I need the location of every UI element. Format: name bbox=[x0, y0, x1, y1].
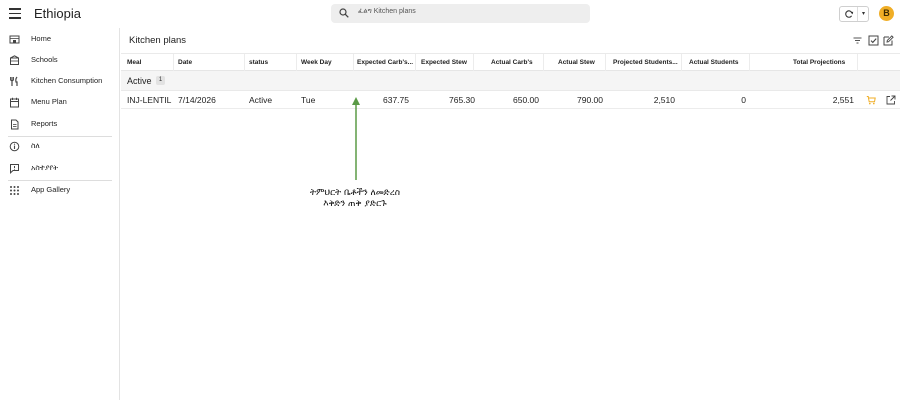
cell-status: Active bbox=[249, 95, 273, 105]
feedback-icon bbox=[10, 164, 19, 174]
search-box[interactable]: ፈልግ Kitchen plans bbox=[331, 4, 590, 23]
column-header-actual-carbs[interactable]: Actual Carb's bbox=[491, 59, 541, 66]
column-header-week-day[interactable]: Week Day bbox=[301, 59, 351, 66]
group-label: Active bbox=[127, 76, 152, 86]
filter-icon[interactable] bbox=[852, 35, 863, 46]
sync-button[interactable]: ▾ bbox=[839, 6, 869, 22]
search-icon bbox=[339, 8, 349, 18]
column-header-expected-carbs[interactable]: Expected Carb's... bbox=[357, 59, 413, 66]
sidebar-item-home[interactable]: Home bbox=[0, 30, 119, 48]
calendar-icon bbox=[10, 97, 19, 108]
sidebar-item-menu-plan[interactable]: Menu Plan bbox=[0, 93, 119, 111]
cell-expected-stew: 765.30 bbox=[449, 95, 475, 105]
sidebar-item-kitchen-consumption[interactable]: Kitchen Consumption bbox=[0, 72, 119, 90]
sidebar-item-app-gallery[interactable]: App Gallery bbox=[0, 181, 119, 199]
sidebar-item-label: Kitchen Consumption bbox=[31, 76, 103, 85]
column-header-total-projections[interactable]: Total Projections bbox=[793, 59, 863, 66]
sidebar-item-label: Menu Plan bbox=[31, 97, 67, 106]
annotation-arrow bbox=[352, 97, 360, 180]
home-icon bbox=[9, 35, 20, 44]
column-header-expected-stew[interactable]: Expected Stew bbox=[421, 59, 481, 66]
column-divider bbox=[415, 54, 416, 71]
column-divider bbox=[173, 54, 174, 71]
cell-actual-stew: 790.00 bbox=[577, 95, 603, 105]
column-divider bbox=[296, 54, 297, 71]
sidebar-item-label: App Gallery bbox=[31, 185, 71, 194]
column-divider bbox=[473, 54, 474, 71]
sidebar-item-feedback[interactable]: አስተያየት bbox=[0, 159, 119, 177]
utensils-icon bbox=[10, 76, 18, 86]
cart-icon[interactable] bbox=[866, 95, 876, 105]
annotation-line-1: ትምህርት ቤቶችን ለመድረስ bbox=[309, 188, 401, 198]
column-header-actual-students[interactable]: Actual Students bbox=[689, 59, 749, 66]
info-icon bbox=[9, 141, 20, 152]
main-panel: Kitchen plans Meal Date status Week Day … bbox=[121, 28, 900, 400]
column-divider bbox=[857, 54, 858, 71]
column-divider bbox=[244, 54, 245, 71]
group-count-badge: 1 bbox=[156, 76, 165, 85]
checkbox-icon[interactable] bbox=[868, 35, 879, 46]
column-divider bbox=[353, 54, 354, 71]
sidebar-item-about[interactable]: ስለ bbox=[0, 137, 119, 155]
sidebar-item-label: Home bbox=[31, 34, 52, 43]
cell-actual-students: 0 bbox=[741, 95, 746, 105]
school-icon bbox=[10, 55, 19, 65]
search-input[interactable]: ፈልግ Kitchen plans bbox=[358, 8, 416, 16]
cell-actual-carbs: 650.00 bbox=[513, 95, 539, 105]
cell-expected-carbs: 637.75 bbox=[383, 95, 409, 105]
menu-icon[interactable] bbox=[9, 8, 21, 20]
edit-icon[interactable] bbox=[883, 35, 894, 46]
sidebar-item-label: Reports bbox=[31, 119, 58, 128]
column-header-status[interactable]: status bbox=[249, 59, 294, 66]
user-avatar[interactable]: B bbox=[879, 6, 894, 21]
sidebar-item-schools[interactable]: Schools bbox=[0, 51, 119, 69]
column-divider bbox=[543, 54, 544, 71]
cell-date: 7/14/2026 bbox=[178, 95, 216, 105]
table-header: Meal Date status Week Day Expected Carb'… bbox=[121, 53, 900, 71]
group-row-active[interactable]: Active 1 bbox=[121, 71, 900, 91]
app-title: Ethiopia bbox=[34, 6, 81, 21]
sidebar: Home Schools Kitchen Consumption Menu Pl… bbox=[0, 28, 120, 400]
column-divider bbox=[749, 54, 750, 71]
cell-total-projections: 2,551 bbox=[832, 95, 854, 105]
document-icon bbox=[11, 119, 19, 130]
column-header-meal[interactable]: Meal bbox=[127, 59, 171, 66]
annotation-line-2: እቅድን ጠቅ ያድርጉ bbox=[323, 199, 387, 209]
column-header-actual-stew[interactable]: Actual Stew bbox=[558, 59, 603, 66]
cell-projected-students: 2,510 bbox=[653, 95, 675, 105]
annotation-text: ትምህርት ቤቶችን ለመድረስ እቅድን ጠቅ ያድርጉ bbox=[270, 188, 440, 210]
sidebar-item-label: Schools bbox=[31, 55, 58, 64]
column-divider bbox=[681, 54, 682, 71]
open-external-icon[interactable] bbox=[886, 95, 896, 105]
cell-week-day: Tue bbox=[301, 95, 316, 105]
sidebar-item-label: ስለ bbox=[31, 141, 40, 150]
column-divider bbox=[605, 54, 606, 71]
grid-icon bbox=[10, 186, 19, 195]
cell-meal: INJ-LENTIL bbox=[127, 95, 172, 105]
column-header-date[interactable]: Date bbox=[178, 59, 243, 66]
table-row[interactable]: INJ-LENTIL 7/14/2026 Active Tue 637.75 7… bbox=[121, 91, 900, 109]
column-header-projected-students[interactable]: Projected Students... bbox=[613, 59, 679, 66]
refresh-icon[interactable] bbox=[844, 9, 854, 19]
top-bar: Ethiopia ፈልግ Kitchen plans ▾ B bbox=[0, 0, 900, 28]
chevron-down-icon[interactable]: ▾ bbox=[857, 7, 869, 21]
sidebar-item-reports[interactable]: Reports bbox=[0, 115, 119, 133]
sidebar-item-label: አስተያየት bbox=[31, 163, 59, 172]
page-title: Kitchen plans bbox=[129, 35, 187, 46]
table-actions bbox=[852, 35, 896, 47]
